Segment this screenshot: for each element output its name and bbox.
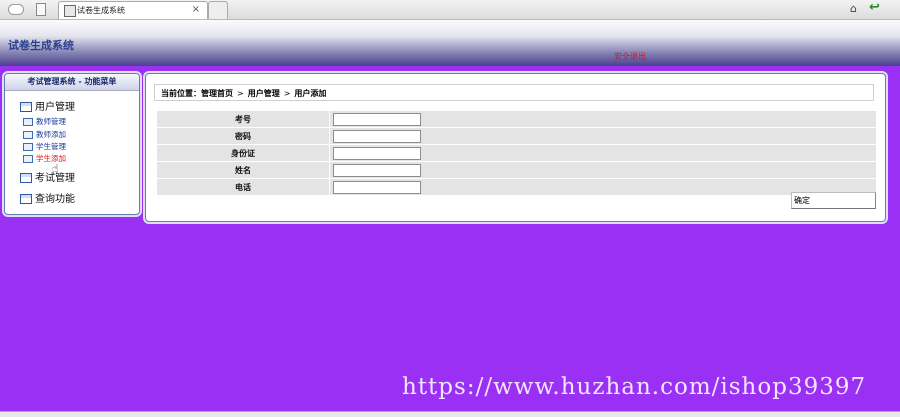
site-title: 试卷生成系统 (8, 39, 74, 52)
menu-item-student-add[interactable]: 学生添加 (23, 153, 66, 164)
new-tab-button[interactable] (208, 1, 228, 19)
name-input[interactable] (333, 163, 421, 177)
menu-item-label: 学生管理 (36, 142, 66, 151)
sidebar-menu: 考试管理系统 - 功能菜单 用户管理 教师管理 教师添加 学生管理 学生添加 考… (4, 73, 140, 215)
window-icon (20, 102, 32, 112)
sidebar-title: 考试管理系统 - 功能菜单 (5, 74, 139, 91)
back-arrow-icon[interactable]: ↩ (869, 0, 880, 15)
window-icon (23, 131, 33, 139)
breadcrumb-home[interactable]: 管理首页 (201, 89, 233, 98)
status-bar (0, 411, 900, 417)
menu-item-teacher-add[interactable]: 教师添加 (23, 129, 66, 140)
browser-tab[interactable]: 试卷生成系统 × (58, 1, 208, 19)
window-icon (23, 155, 33, 163)
browser-toolbar: 试卷生成系统 × ⌂ ↩ (0, 0, 900, 20)
phone-label: 电话 (156, 178, 330, 196)
menu-group-label: 用户管理 (35, 102, 75, 113)
menu-group-user[interactable]: 用户管理 (20, 98, 75, 113)
form-row: 身份证 (156, 144, 877, 162)
breadcrumb-user-add: 用户添加 (294, 89, 327, 98)
breadcrumb-user-manage[interactable]: 用户管理 (248, 89, 280, 98)
tab-title: 试卷生成系统 (77, 6, 125, 15)
watermark-text: https://www.huzhan.com/ishop39397 (402, 374, 867, 400)
form-row: 考号 (156, 110, 877, 128)
favicon-icon (64, 5, 76, 17)
tab-close-icon[interactable]: × (192, 4, 200, 15)
window-icon (20, 173, 32, 183)
form-row: 密码 (156, 127, 877, 145)
submit-button[interactable]: 确定 (791, 192, 876, 209)
breadcrumb: 当前位置：管理首页 > 用户管理 > 用户添加 (154, 84, 874, 101)
exam-number-input[interactable] (333, 112, 421, 126)
form-row: 姓名 (156, 161, 877, 179)
menu-item-student-manage[interactable]: 学生管理 (23, 141, 66, 152)
password-label: 密码 (156, 127, 330, 145)
menu-item-label: 教师管理 (36, 117, 66, 126)
hand-cursor-icon: ☝ (52, 162, 59, 175)
id-card-label: 身份证 (156, 144, 330, 162)
name-label: 姓名 (156, 161, 330, 179)
window-icon (23, 143, 33, 151)
phone-input[interactable] (333, 180, 421, 194)
form-row: 电话 (156, 178, 877, 196)
menu-item-label: 教师添加 (36, 130, 66, 139)
menu-group-label: 查询功能 (35, 194, 75, 205)
breadcrumb-separator: > (283, 89, 291, 98)
page-icon[interactable] (36, 3, 46, 16)
menu-item-teacher-manage[interactable]: 教师管理 (23, 116, 66, 127)
breadcrumb-prefix: 当前位置： (161, 89, 201, 98)
exam-number-label: 考号 (156, 110, 330, 128)
password-input[interactable] (333, 129, 421, 143)
menu-item-label: 学生添加 (36, 154, 66, 163)
site-header: 试卷生成系统 安全退出 (0, 20, 900, 66)
breadcrumb-separator: > (237, 89, 244, 98)
window-icon (23, 118, 33, 126)
cloud-icon[interactable] (8, 4, 24, 15)
main-panel: 当前位置：管理首页 > 用户管理 > 用户添加 考号 密码 身份证 姓名 电话 确定 (145, 73, 886, 222)
window-icon (20, 194, 32, 204)
menu-group-query[interactable]: 查询功能 (20, 190, 75, 205)
user-form: 考号 密码 身份证 姓名 电话 (156, 110, 877, 196)
id-card-input[interactable] (333, 146, 421, 160)
menu-group-exam[interactable]: 考试管理 (20, 169, 75, 184)
logout-link[interactable]: 安全退出 (614, 51, 646, 62)
home-icon[interactable]: ⌂ (850, 2, 857, 15)
